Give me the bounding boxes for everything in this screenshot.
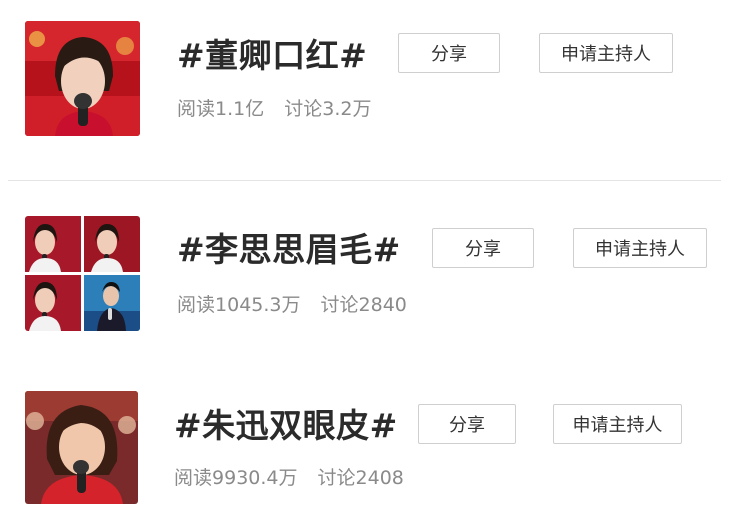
read-count: 1045.3万 [215, 294, 301, 316]
apply-host-button[interactable]: 申请主持人 [539, 33, 673, 73]
share-button[interactable]: 分享 [432, 228, 534, 268]
read-label: 阅读 [177, 98, 216, 120]
read-count: 9930.4万 [212, 467, 298, 489]
read-label: 阅读 [174, 467, 213, 489]
discuss-count: 3.2万 [322, 98, 372, 120]
divider [8, 180, 721, 181]
read-label: 阅读 [177, 294, 216, 316]
topic-stats: 阅读1.1亿 讨论3.2万 [177, 97, 371, 121]
topic-thumbnail[interactable] [25, 21, 140, 136]
apply-host-button[interactable]: 申请主持人 [553, 404, 682, 444]
topic-title[interactable]: #朱迅双眼皮# [174, 406, 398, 446]
share-button[interactable]: 分享 [418, 404, 516, 444]
topic-thumbnail[interactable] [25, 216, 140, 331]
read-count: 1.1亿 [215, 98, 265, 120]
share-button[interactable]: 分享 [398, 33, 500, 73]
discuss-label: 讨论 [320, 294, 359, 316]
topic-stats: 阅读9930.4万 讨论2408 [174, 466, 404, 490]
apply-host-button[interactable]: 申请主持人 [573, 228, 707, 268]
topic-thumbnail[interactable] [25, 391, 138, 504]
discuss-label: 讨论 [284, 98, 323, 120]
discuss-label: 讨论 [317, 467, 356, 489]
discuss-count: 2408 [355, 467, 404, 489]
topic-title[interactable]: #董卿口红# [177, 36, 367, 76]
discuss-count: 2840 [358, 294, 407, 316]
topic-stats: 阅读1045.3万 讨论2840 [177, 293, 407, 317]
topic-title[interactable]: #李思思眉毛# [177, 230, 401, 270]
